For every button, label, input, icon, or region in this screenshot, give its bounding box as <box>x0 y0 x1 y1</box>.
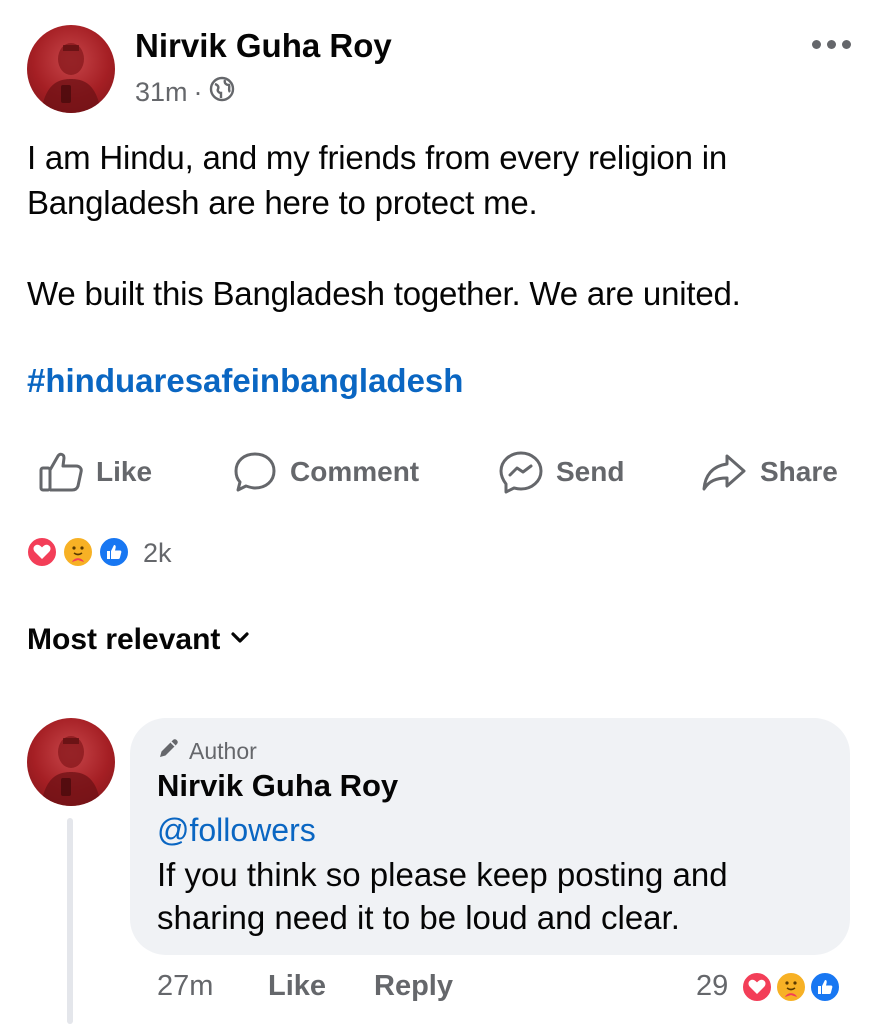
care-reaction-icon <box>774 970 808 1004</box>
like-reaction-icon <box>808 970 842 1004</box>
comment-text-line-1: If you think so please keep posting and <box>157 856 728 893</box>
more-options-icon[interactable] <box>812 36 857 54</box>
post-meta: 31m · <box>135 76 235 109</box>
comment-reaction-count: 29 <box>696 970 729 1002</box>
chevron-down-icon <box>230 631 250 650</box>
globe-icon <box>209 76 235 109</box>
like-button[interactable]: Like <box>38 450 152 494</box>
heart-reaction-icon <box>25 535 59 569</box>
author-avatar[interactable] <box>27 25 115 113</box>
comment-time[interactable]: 27m <box>157 970 213 1003</box>
meta-separator: · <box>193 77 203 107</box>
post-text-line-1: I am Hindu, and my friends from every re… <box>27 139 727 176</box>
post-author-name[interactable]: Nirvik Guha Roy <box>135 27 392 65</box>
reaction-count: 2k <box>143 538 172 568</box>
messenger-icon <box>498 450 544 494</box>
comment-reply-button[interactable]: Reply <box>374 970 453 1003</box>
thread-line <box>67 818 73 1024</box>
share-button[interactable]: Share <box>700 450 838 494</box>
post-hashtag[interactable]: #hinduaresafeinbangladesh <box>27 362 463 400</box>
share-label: Share <box>760 456 838 487</box>
post-text-line-2: Bangladesh are here to protect me. <box>27 184 538 221</box>
sort-label: Most relevant <box>27 623 221 656</box>
send-button[interactable]: Send <box>498 450 624 494</box>
comment-button[interactable]: Comment <box>232 450 419 494</box>
heart-reaction-icon <box>740 970 774 1004</box>
reaction-summary[interactable]: 2k <box>25 535 195 575</box>
post-time[interactable]: 31m <box>135 77 188 108</box>
comment-like-button[interactable]: Like <box>268 970 326 1003</box>
comment-label: Comment <box>290 456 420 487</box>
like-reaction-icon <box>97 535 131 569</box>
author-badge: Author <box>157 736 257 766</box>
author-badge-label: Author <box>189 737 257 764</box>
care-reaction-icon <box>61 535 95 569</box>
commenter-avatar[interactable] <box>27 718 115 806</box>
like-label: Like <box>96 456 153 487</box>
comment-bubble-icon <box>232 450 278 494</box>
send-label: Send <box>556 456 625 487</box>
comment-mention[interactable]: @followers <box>157 812 316 849</box>
comment-reactions[interactable]: 29 <box>696 968 856 1008</box>
comment-sort-dropdown[interactable]: Most relevant <box>27 623 250 657</box>
share-arrow-icon <box>700 450 748 494</box>
comment-text-line-2: sharing need it to be loud and clear. <box>157 899 680 936</box>
comment-author-name[interactable]: Nirvik Guha Roy <box>157 768 398 804</box>
post-text-line-3: We built this Bangladesh together. We ar… <box>27 275 741 312</box>
thumbs-up-icon <box>38 450 84 494</box>
pencil-icon <box>157 736 181 766</box>
